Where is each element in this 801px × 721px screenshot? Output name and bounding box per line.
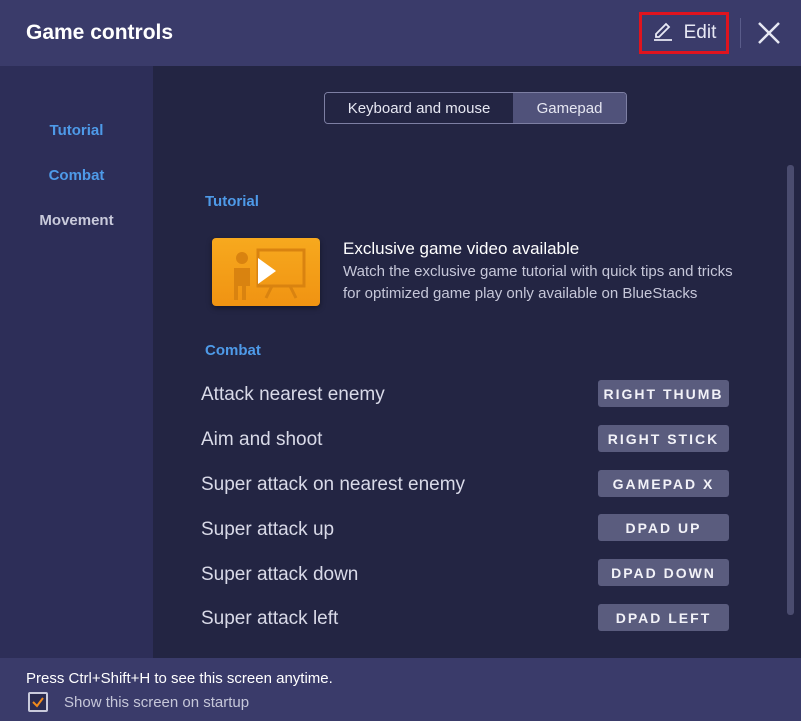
footer-bar: Press Ctrl+Shift+H to see this screen an… (0, 658, 801, 721)
control-action-label: Attack nearest enemy (201, 384, 385, 405)
video-title: Exclusive game video available (343, 239, 580, 258)
tab-keyboard-mouse[interactable]: Keyboard and mouse (325, 93, 513, 123)
video-description: Watch the exclusive game tutorial with q… (343, 263, 733, 302)
header-bar: Game controls Edit (0, 0, 801, 66)
show-on-startup-checkbox[interactable] (28, 692, 48, 712)
show-on-startup-label[interactable]: Show this screen on startup (64, 694, 249, 711)
header-divider (740, 18, 741, 48)
video-play-icon (234, 248, 306, 300)
tab-gamepad[interactable]: Gamepad (513, 93, 626, 123)
sidebar-item-combat[interactable]: Combat (0, 167, 153, 184)
close-icon (758, 22, 780, 44)
close-button[interactable] (754, 18, 784, 48)
control-key-badge[interactable]: RIGHT STICK (598, 425, 729, 452)
section-heading-combat: Combat (205, 342, 261, 359)
control-key-badge[interactable]: DPAD DOWN (598, 559, 729, 586)
sidebar-item-tutorial[interactable]: Tutorial (0, 122, 153, 139)
control-action-label: Super attack on nearest enemy (201, 474, 466, 495)
control-action-label: Super attack left (201, 608, 339, 629)
scrollbar[interactable] (787, 165, 794, 615)
control-action-label: Super attack up (201, 519, 335, 540)
game-controls-window: Game controls Edit Tutorial Combat Movem… (0, 0, 801, 721)
control-action-label: Super attack down (201, 564, 359, 585)
window-title: Game controls (26, 21, 174, 44)
control-key-badge[interactable]: DPAD LEFT (598, 604, 729, 631)
section-heading-tutorial: Tutorial (205, 193, 259, 210)
controls-panel: Keyboard and mouse Gamepad Tutorial Excl… (153, 66, 801, 658)
shortcut-hint: Press Ctrl+Shift+H to see this screen an… (26, 670, 333, 687)
sidebar-item-movement[interactable]: Movement (0, 212, 153, 229)
checkmark-icon (32, 697, 44, 708)
control-key-badge[interactable]: GAMEPAD X (598, 470, 729, 497)
tutorial-video-thumbnail[interactable] (212, 238, 320, 306)
input-mode-toggle: Keyboard and mouse Gamepad (324, 92, 627, 124)
edit-button[interactable]: Edit (639, 12, 729, 54)
control-key-badge[interactable]: RIGHT THUMB (598, 380, 729, 407)
sidebar-nav: Tutorial Combat Movement (0, 66, 153, 658)
control-key-badge[interactable]: DPAD UP (598, 514, 729, 541)
pencil-icon (652, 19, 674, 47)
edit-label: Edit (683, 22, 717, 43)
control-action-label: Aim and shoot (201, 429, 323, 450)
